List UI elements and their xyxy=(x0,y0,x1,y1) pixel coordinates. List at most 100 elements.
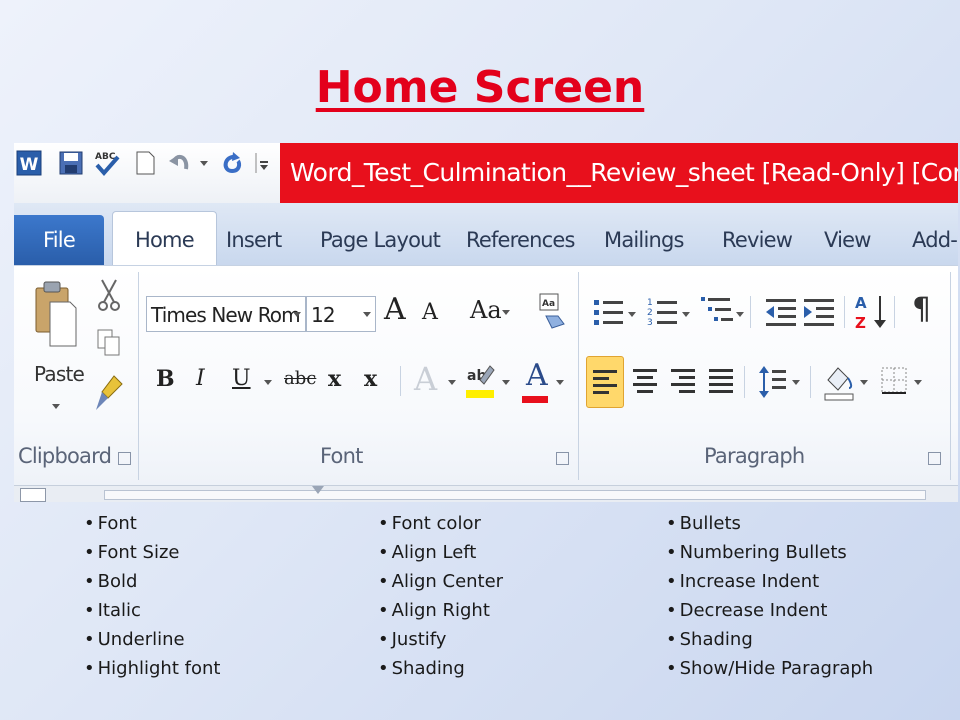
undo-dropdown-icon[interactable] xyxy=(200,161,208,166)
align-left-button[interactable] xyxy=(586,356,624,408)
change-case-button[interactable]: Aa xyxy=(470,296,502,324)
paragraph-features-list: • Bullets • Numbering Bullets • Increase In… xyxy=(666,512,873,686)
show-hide-paragraph-button[interactable]: ¶ xyxy=(912,292,931,327)
align-left-icon xyxy=(593,370,617,394)
word-ribbon-screenshot: W ABC Word_Test_Culmination__Review_shee… xyxy=(14,143,958,502)
multilevel-dropdown-icon[interactable] xyxy=(736,312,744,317)
paste-dropdown-icon[interactable] xyxy=(52,404,60,409)
undo-icon[interactable] xyxy=(166,149,192,177)
text-effects-dropdown-icon[interactable] xyxy=(448,380,456,385)
align-center-icon[interactable] xyxy=(632,368,658,394)
tab-file[interactable]: File xyxy=(14,215,104,265)
svg-text:2: 2 xyxy=(647,308,653,318)
paste-icon[interactable] xyxy=(32,280,80,352)
shrink-font-button[interactable]: A xyxy=(422,300,438,325)
list-item: • Italic xyxy=(84,600,141,621)
tab-review[interactable]: Review xyxy=(722,215,793,265)
grow-font-button[interactable]: A xyxy=(384,292,406,327)
increase-indent-icon[interactable] xyxy=(802,296,836,330)
highlight-icon[interactable]: ab xyxy=(464,360,496,402)
numbering-icon[interactable]: 123 xyxy=(646,296,680,330)
align-right-icon[interactable] xyxy=(670,368,696,394)
tab-mailings[interactable]: Mailings xyxy=(604,215,684,265)
svg-text:W: W xyxy=(20,155,39,175)
superscript-button[interactable]: x xyxy=(364,366,377,392)
format-painter-icon[interactable] xyxy=(94,374,126,414)
ruler-toggle-icon[interactable] xyxy=(20,488,46,502)
paste-label[interactable]: Paste xyxy=(34,362,85,386)
list-item: • Font xyxy=(84,513,137,534)
ribbon-home: Paste Clipboard Times New Rom 12 A A Aa … xyxy=(14,265,958,486)
decrease-indent-icon[interactable] xyxy=(764,296,798,330)
chevron-down-icon[interactable] xyxy=(363,312,371,317)
list-item: • Show/Hide Paragraph xyxy=(666,658,874,679)
clipboard-launcher-icon[interactable] xyxy=(118,452,131,465)
bullets-icon[interactable] xyxy=(592,296,626,330)
list-item: • Font Size xyxy=(84,542,180,563)
shading-icon[interactable] xyxy=(822,362,856,402)
tab-references[interactable]: References xyxy=(466,215,576,265)
borders-dropdown-icon[interactable] xyxy=(914,380,922,385)
font-name-value: Times New Rom xyxy=(151,303,301,327)
shading-dropdown-icon[interactable] xyxy=(860,380,868,385)
indent-marker-icon[interactable] xyxy=(312,486,324,494)
tab-add-ins[interactable]: Add-I xyxy=(912,215,958,265)
redo-icon[interactable] xyxy=(218,149,244,177)
list-item: • Underline xyxy=(84,629,185,650)
tab-insert[interactable]: Insert xyxy=(226,215,282,265)
bullets-dropdown-icon[interactable] xyxy=(628,312,636,317)
horizontal-ruler[interactable] xyxy=(104,490,926,500)
tab-view[interactable]: View xyxy=(824,215,871,265)
spelling-icon[interactable]: ABC xyxy=(94,149,120,177)
font-size-combo[interactable]: 12 xyxy=(306,296,376,332)
font-name-combo[interactable]: Times New Rom xyxy=(146,296,306,332)
font-color-button[interactable]: A xyxy=(526,358,548,393)
borders-icon[interactable] xyxy=(880,366,908,396)
list-item: • Align Center xyxy=(378,571,504,592)
separator xyxy=(744,366,745,398)
highlight-dropdown-icon[interactable] xyxy=(502,380,510,385)
text-effects-button[interactable]: A xyxy=(414,360,437,398)
underline-button[interactable]: U xyxy=(232,366,251,391)
subscript-button[interactable]: x xyxy=(328,366,341,392)
customize-toolbar-icon[interactable] xyxy=(254,149,270,177)
svg-text:A: A xyxy=(855,294,867,312)
bold-button[interactable]: B xyxy=(156,366,175,392)
separator xyxy=(894,296,895,328)
tab-page-layout[interactable]: Page Layout xyxy=(320,215,441,265)
italic-button[interactable]: I xyxy=(196,366,205,391)
save-icon[interactable] xyxy=(58,149,84,177)
separator xyxy=(810,366,811,398)
list-item: • Font color xyxy=(378,513,481,534)
copy-icon[interactable] xyxy=(96,326,122,360)
clear-formatting-icon[interactable]: Aa xyxy=(536,290,566,332)
list-item: • Bold xyxy=(84,571,138,592)
line-spacing-icon[interactable] xyxy=(758,364,788,400)
font-launcher-icon[interactable] xyxy=(556,452,569,465)
separator xyxy=(950,272,951,480)
list-item: • Shading xyxy=(378,658,465,679)
svg-text:Z: Z xyxy=(855,314,866,332)
font-color-swatch xyxy=(522,396,548,403)
tab-home[interactable]: Home xyxy=(112,211,217,268)
list-item: • Increase Indent xyxy=(666,571,820,592)
justify-icon[interactable] xyxy=(708,368,734,394)
multilevel-list-icon[interactable] xyxy=(700,294,736,332)
chevron-down-icon[interactable] xyxy=(293,312,301,317)
new-document-icon[interactable] xyxy=(132,149,158,177)
strikethrough-button[interactable]: abc xyxy=(284,368,316,389)
font-color-dropdown-icon[interactable] xyxy=(556,380,564,385)
underline-dropdown-icon[interactable] xyxy=(264,380,272,385)
numbering-dropdown-icon[interactable] xyxy=(682,312,690,317)
separator xyxy=(750,296,751,328)
sort-icon[interactable]: A Z xyxy=(854,292,888,332)
font-features-list: • Font • Font Size • Bold • Italic • Underlin… xyxy=(84,512,220,686)
separator xyxy=(400,366,401,396)
cut-icon[interactable] xyxy=(96,278,122,312)
word-app-icon[interactable]: W xyxy=(16,149,42,177)
list-item: • Decrease Indent xyxy=(666,600,828,621)
line-spacing-dropdown-icon[interactable] xyxy=(792,380,800,385)
separator xyxy=(578,272,579,480)
change-case-dropdown-icon[interactable] xyxy=(502,310,510,315)
paragraph-launcher-icon[interactable] xyxy=(928,452,941,465)
